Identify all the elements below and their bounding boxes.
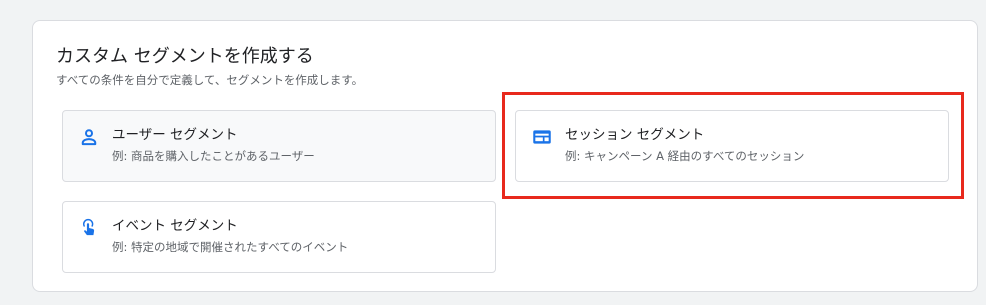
panel-subtitle: すべての条件を自分で定義して、セグメントを作成します。: [56, 73, 364, 87]
touch-icon: [83, 218, 95, 236]
event-segment-card[interactable]: イベント セグメント 例: 特定の地域で開催されたすべてのイベント: [62, 201, 496, 273]
event-segment-title: イベント セグメント: [112, 218, 238, 234]
panel-title: カスタム セグメントを作成する: [56, 46, 314, 67]
custom-segment-panel: カスタム セグメントを作成する すべての条件を自分で定義して、セグメントを作成し…: [32, 20, 978, 292]
session-icon: [533, 130, 551, 144]
session-segment-card[interactable]: セッション セグメント 例: キャンペーン A 経由のすべてのセッション: [515, 110, 949, 182]
event-segment-description: 例: 特定の地域で開催されたすべてのイベント: [112, 240, 349, 254]
user-segment-card[interactable]: ユーザー セグメント 例: 商品を購入したことがあるユーザー: [62, 110, 496, 182]
session-segment-description: 例: キャンペーン A 経由のすべてのセッション: [565, 149, 805, 163]
user-segment-description: 例: 商品を購入したことがあるユーザー: [112, 149, 315, 163]
user-segment-title: ユーザー セグメント: [112, 127, 238, 143]
person-icon: [81, 129, 97, 146]
session-segment-title: セッション セグメント: [565, 127, 705, 143]
